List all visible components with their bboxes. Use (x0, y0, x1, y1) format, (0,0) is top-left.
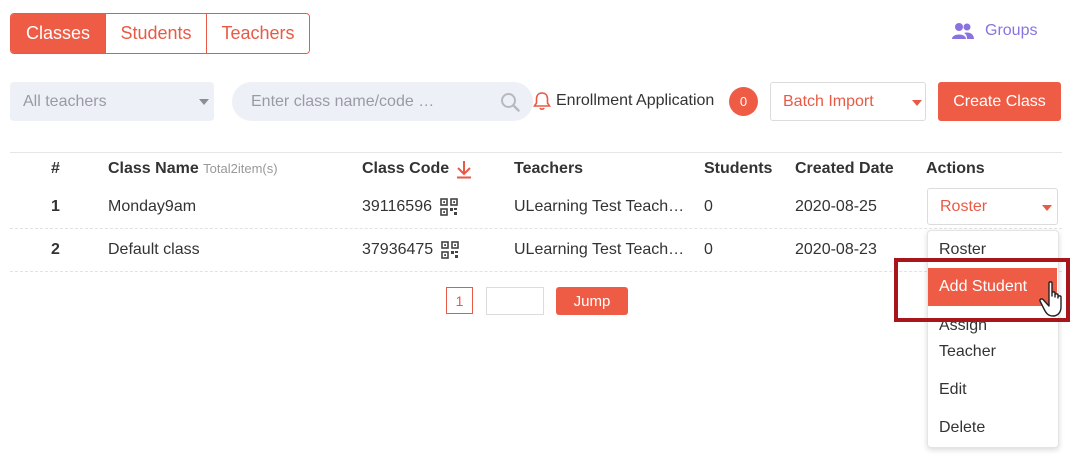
class-search-input[interactable]: Enter class name/code … (232, 82, 533, 121)
menu-item-delete[interactable]: Delete (939, 416, 985, 440)
class-code-header-label: Class Code (362, 160, 450, 177)
class-name-cell[interactable]: Monday9am (108, 197, 196, 217)
users-icon (952, 23, 974, 39)
col-header-teachers: Teachers (514, 160, 584, 177)
row-divider (10, 228, 1062, 229)
row-actions-select[interactable]: Roster (927, 188, 1058, 225)
menu-item-edit[interactable]: Edit (939, 378, 967, 402)
class-code-cell: 39116596 (362, 197, 458, 217)
total-items-label: Total2item(s) (203, 161, 278, 176)
page-number-button[interactable]: 1 (446, 287, 473, 314)
teacher-filter-select[interactable]: All teachers (10, 82, 214, 121)
created-date-cell: 2020-08-23 (795, 241, 877, 258)
col-header-number: # (51, 160, 60, 177)
class-code-cell: 37936475 (362, 240, 459, 260)
search-icon[interactable] (500, 92, 520, 112)
chevron-down-icon (1042, 205, 1052, 211)
col-header-created-date: Created Date (795, 160, 894, 177)
main-tabs: Classes Students Teachers (10, 13, 310, 54)
enrollment-count-badge: 0 (729, 87, 758, 116)
enrollment-application-link[interactable]: Enrollment Application (533, 88, 714, 114)
col-header-class-code[interactable]: Class Code (362, 159, 473, 179)
batch-import-select[interactable]: Batch Import (770, 82, 926, 121)
class-code-value: 39116596 (362, 198, 432, 215)
groups-link[interactable]: Groups (951, 20, 1037, 42)
bell-icon (533, 92, 551, 110)
class-code-value: 37936475 (362, 241, 434, 258)
row-number: 2 (51, 241, 60, 258)
teacher-filter-value: All teachers (23, 92, 107, 110)
table-top-divider (10, 152, 1062, 153)
qr-code-icon[interactable] (440, 197, 458, 216)
tab-teachers[interactable]: Teachers (207, 14, 309, 53)
class-name-cell[interactable]: Default class (108, 240, 200, 260)
col-header-class-name: Class Name Total2item(s) (108, 159, 278, 179)
students-cell: 0 (704, 198, 713, 215)
row-actions-value: Roster (940, 197, 988, 215)
teachers-cell: ULearning Test Teach… (514, 198, 685, 215)
class-name-header-label: Class Name (108, 160, 199, 177)
sort-down-icon[interactable] (455, 159, 473, 179)
chevron-down-icon (912, 100, 922, 106)
qr-code-icon[interactable] (441, 240, 459, 259)
jump-button[interactable]: Jump (556, 287, 628, 315)
groups-label: Groups (985, 22, 1038, 39)
tab-classes[interactable]: Classes (11, 14, 106, 53)
row-number: 1 (51, 198, 60, 215)
created-date-cell: 2020-08-25 (795, 198, 877, 215)
col-header-actions: Actions (926, 160, 985, 177)
col-header-students: Students (704, 160, 773, 177)
jump-page-input[interactable] (486, 287, 544, 315)
batch-import-label: Batch Import (783, 92, 874, 110)
create-class-button[interactable]: Create Class (938, 82, 1061, 121)
enrollment-label: Enrollment Application (556, 92, 715, 109)
hand-cursor-icon (1039, 281, 1062, 317)
search-placeholder: Enter class name/code … (251, 92, 435, 110)
teachers-cell: ULearning Test Teach… (514, 241, 685, 258)
students-cell: 0 (704, 241, 713, 258)
menu-item-teacher[interactable]: Teacher (939, 340, 996, 364)
tab-students[interactable]: Students (106, 14, 207, 53)
chevron-down-icon (199, 99, 209, 105)
